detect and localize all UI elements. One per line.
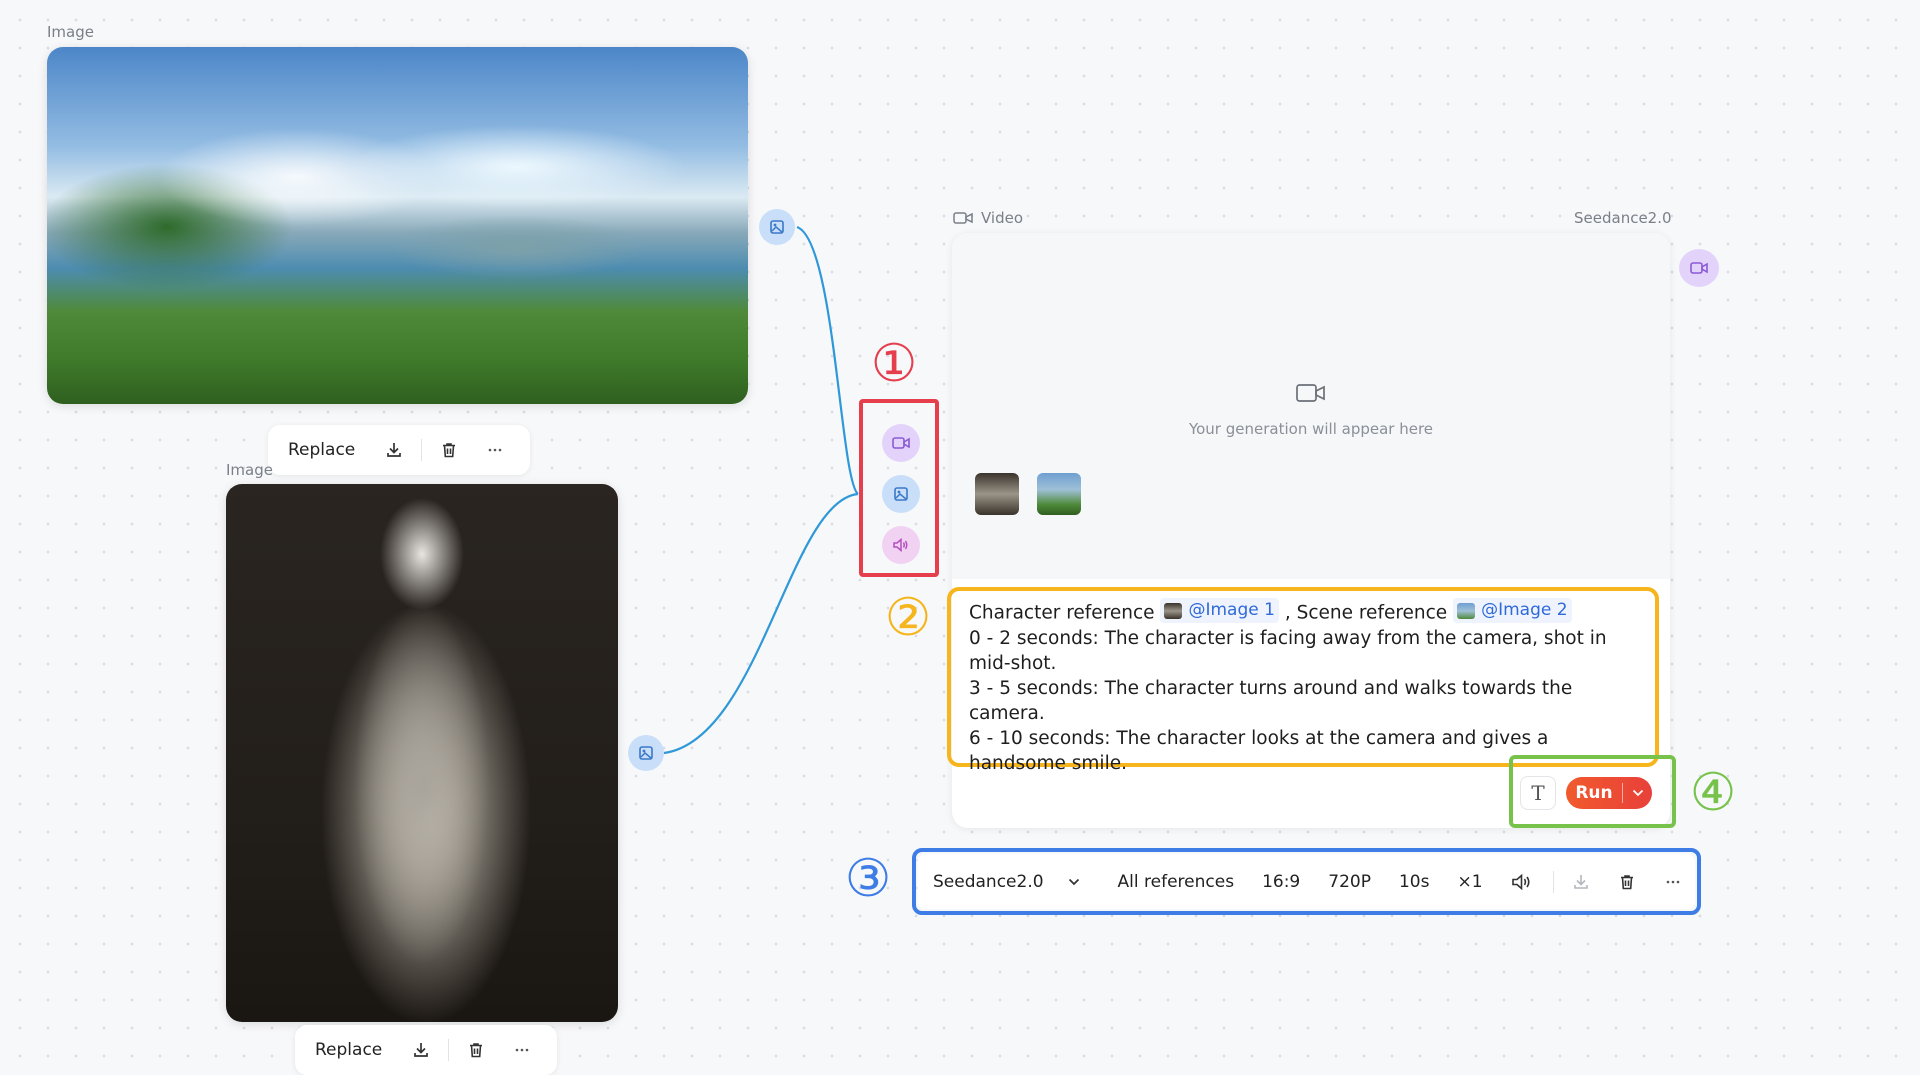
video-model-label: Seedance2.0 — [1574, 209, 1672, 227]
trash-icon[interactable] — [432, 433, 466, 467]
download-icon[interactable] — [377, 433, 411, 467]
replace-button[interactable]: Replace — [315, 1040, 382, 1060]
image-node-label: Image — [47, 23, 94, 41]
resolution-select[interactable]: 720P — [1328, 872, 1371, 892]
connector-line-image1 — [796, 225, 859, 495]
prompt-reference-line: Character reference @Image 1 , Scene ref… — [969, 598, 1629, 626]
image-node-label: Image — [226, 461, 273, 479]
reference-thumbnail-character[interactable] — [975, 473, 1019, 515]
connector-line-image2 — [663, 492, 859, 755]
aspect-ratio-select[interactable]: 16:9 — [1262, 872, 1300, 892]
video-output-handle[interactable] — [1679, 249, 1719, 287]
image-icon — [894, 487, 908, 501]
speaker-icon — [1511, 873, 1530, 890]
annotation-number-3: ③ — [844, 849, 892, 909]
knight-character-image[interactable] — [226, 484, 618, 1022]
annotation-number-4: ④ — [1689, 763, 1737, 823]
image-icon — [770, 220, 784, 234]
image1-output-handle[interactable] — [759, 209, 795, 245]
prompt-line: 3 - 5 seconds: The character turns aroun… — [969, 677, 1573, 724]
model-select[interactable]: Seedance2.0 — [933, 872, 1080, 892]
image-icon — [639, 746, 653, 760]
prompt-text: , Scene reference — [1284, 602, 1448, 624]
chevron-down-icon — [1068, 878, 1079, 885]
more-icon[interactable] — [478, 433, 512, 467]
image2-toolbar: Replace — [295, 1025, 557, 1075]
video-camera-icon — [1690, 262, 1708, 274]
annotation-number-2: ② — [884, 588, 932, 648]
run-button-group: Run — [1566, 777, 1652, 809]
more-icon[interactable] — [1664, 873, 1682, 891]
output-count-select[interactable]: ×1 — [1457, 872, 1482, 892]
video-placeholder-icon — [1296, 383, 1326, 407]
prompt-line: 0 - 2 seconds: The character is facing a… — [969, 627, 1607, 674]
generation-settings-bar: Seedance2.0 All references 16:9 720P 10s… — [918, 854, 1695, 909]
audio-input-handle[interactable] — [882, 526, 920, 564]
image-reference-label: @Image 1 — [1188, 600, 1275, 620]
video-node-header: Video — [953, 209, 1023, 227]
run-button[interactable]: Run — [1566, 783, 1622, 803]
download-icon[interactable] — [404, 1033, 438, 1067]
landscape-image[interactable] — [47, 47, 748, 404]
trash-icon[interactable] — [459, 1033, 493, 1067]
download-icon[interactable] — [1572, 873, 1590, 891]
character-thumbnail — [1164, 602, 1183, 619]
image-reference-chip-1[interactable]: @Image 1 — [1160, 598, 1279, 623]
image2-output-handle[interactable] — [628, 735, 664, 771]
duration-select[interactable]: 10s — [1399, 872, 1430, 892]
references-select[interactable]: All references — [1118, 872, 1235, 892]
replace-button[interactable]: Replace — [288, 440, 355, 460]
trash-icon[interactable] — [1618, 873, 1636, 891]
scene-thumbnail — [1457, 602, 1476, 619]
toolbar-divider — [421, 439, 423, 461]
image-reference-chip-2[interactable]: @Image 2 — [1453, 598, 1572, 623]
more-icon[interactable] — [505, 1033, 539, 1067]
image1-toolbar: Replace — [268, 425, 530, 475]
image-input-handle[interactable] — [882, 475, 920, 513]
video-camera-icon — [892, 437, 910, 449]
image-reference-label: @Image 2 — [1481, 600, 1568, 620]
annotation-number-1: ① — [870, 334, 918, 394]
audio-toggle[interactable] — [1511, 873, 1533, 891]
prompt-editor[interactable]: Character reference @Image 1 , Scene ref… — [969, 598, 1629, 776]
video-input-handle[interactable] — [882, 424, 920, 462]
chevron-down-icon[interactable] — [1623, 789, 1652, 797]
video-node-label: Video — [981, 209, 1024, 227]
speaker-icon — [893, 537, 908, 553]
settings-divider — [1552, 870, 1554, 893]
reference-thumbnail-scene[interactable] — [1037, 473, 1081, 515]
video-placeholder-text: Your generation will appear here — [1188, 420, 1434, 438]
text-format-button[interactable]: T — [1520, 776, 1556, 810]
prompt-text: Character reference — [969, 602, 1155, 624]
toolbar-divider — [448, 1039, 450, 1061]
model-select-value: Seedance2.0 — [933, 871, 1044, 892]
video-camera-icon — [953, 212, 973, 224]
